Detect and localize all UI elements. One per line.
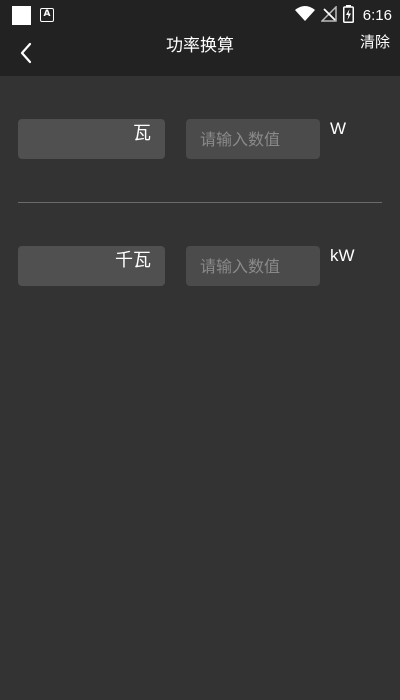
page-title: 功率换算 (166, 36, 234, 56)
app-notification-icon: A (40, 8, 54, 22)
unit-symbol: kW (330, 246, 355, 265)
divider (18, 202, 382, 203)
watt-value-input[interactable] (186, 119, 320, 159)
status-bar: A 6:16 (0, 0, 400, 31)
wifi-icon (294, 5, 315, 26)
chevron-left-icon (20, 42, 32, 64)
nav-bar: 功率换算 清除 (0, 31, 400, 76)
clear-button[interactable]: 清除 (360, 31, 390, 76)
power-converter-screen: A 6:16 功率换算 清除 瓦 请输入数值 W 千瓦 请输入数值 kW (0, 0, 400, 700)
notification-square-icon (12, 6, 31, 25)
no-signal-icon (319, 4, 337, 26)
unit-symbol: W (330, 119, 347, 138)
unit-name-label: 千瓦 (18, 246, 165, 286)
back-button[interactable] (10, 37, 42, 69)
status-right-group: 6:16 (294, 0, 392, 31)
conversion-row-watt: 瓦 W (18, 119, 388, 159)
kilowatt-value-input[interactable] (186, 246, 320, 286)
battery-charging-icon (342, 4, 354, 27)
conversion-row-kilowatt: 千瓦 kW (18, 246, 388, 286)
unit-name-label: 瓦 (18, 119, 165, 159)
status-time: 6:16 (362, 7, 392, 24)
